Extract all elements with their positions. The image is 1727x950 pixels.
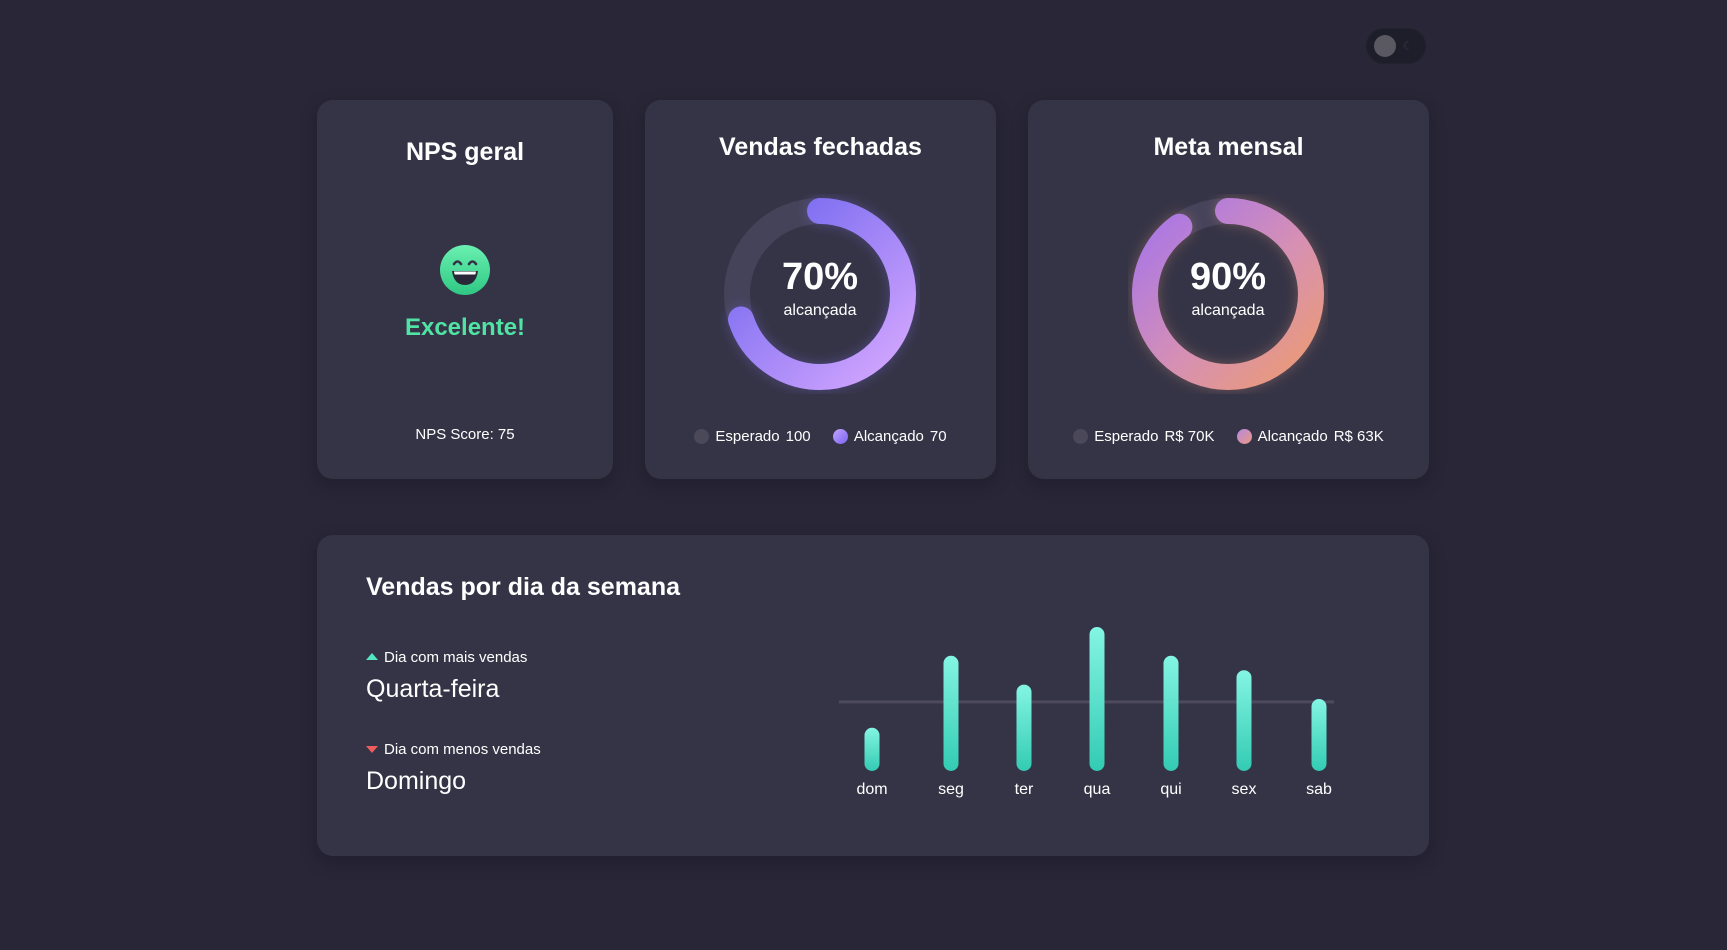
legend-label: Esperado (1094, 427, 1159, 445)
nps-card: NPS geral Excelente! NPS Score: 75 (317, 100, 613, 479)
toggle-knob[interactable] (1374, 35, 1396, 57)
smiley-icon (440, 245, 490, 295)
bar-dom[interactable] (864, 727, 880, 771)
legend-esperado: Esperado 100 (694, 427, 811, 445)
meta-title: Meta mensal (1153, 133, 1304, 161)
bar-seg[interactable] (943, 655, 959, 771)
vendas-card: Vendas fechadas 70% alcançada Esperado 10… (645, 100, 996, 479)
legend-value: R$ 63K (1333, 427, 1384, 445)
theme-toggle[interactable]: ☾ (1366, 28, 1426, 64)
nps-score: NPS Score: 75 (415, 426, 515, 443)
arrow-up-icon (366, 653, 378, 660)
meta-legend: Esperado R$ 70K Alcançado R$ 63K (1028, 427, 1429, 445)
legend-label: Esperado (715, 427, 780, 445)
best-day-label: Dia com mais vendas (366, 649, 527, 666)
worst-day-value: Domingo (366, 767, 467, 795)
bar-qui[interactable] (1163, 655, 1179, 771)
tick-label-qua: qua (1084, 781, 1111, 798)
meta-card: Meta mensal 90% alcançada Esperado R$ 70K (1028, 100, 1429, 479)
legend-alcancado: Alcançado R$ 63K (1236, 427, 1384, 445)
weekly-bar-chart: dom seg ter qua qui sex sab (839, 627, 1334, 798)
bar-qua[interactable] (1089, 627, 1105, 771)
best-day-value: Quarta-feira (366, 675, 500, 703)
legend-label: Alcançado (1257, 427, 1328, 445)
tick-label-qui: qui (1160, 781, 1181, 798)
worst-day-label: Dia com menos vendas (366, 741, 541, 758)
tick-label-dom: dom (856, 781, 887, 798)
legend-dot-esperado (1073, 428, 1089, 444)
bar-sex[interactable] (1236, 670, 1252, 771)
vendas-title: Vendas fechadas (719, 133, 922, 161)
best-day-label-text: Dia com mais vendas (384, 649, 528, 666)
legend-alcancado: Alcançado 70 (832, 427, 947, 445)
vendas-subtitle: alcançada (783, 302, 857, 319)
bar-sab[interactable] (1311, 699, 1327, 771)
tick-label-seg: seg (938, 781, 964, 798)
moon-icon: ☾ (1402, 39, 1414, 53)
legend-dot-alcancado (832, 428, 848, 444)
legend-label: Alcançado (853, 427, 924, 445)
vendas-percent: 70% (781, 256, 859, 298)
tick-label-ter: ter (1015, 781, 1034, 798)
meta-donut: 90% alcançada (1128, 194, 1328, 394)
legend-esperado: Esperado R$ 70K (1073, 428, 1214, 445)
legend-dot-esperado (694, 428, 710, 444)
tick-label-sex: sex (1232, 781, 1257, 798)
meta-subtitle: alcançada (1191, 302, 1265, 319)
tick-label-sab: sab (1306, 781, 1332, 798)
vendas-legend: Esperado 100 Alcançado 70 (645, 427, 996, 445)
semana-card: Vendas por dia da semana Dia com mais ve… (317, 535, 1429, 856)
semana-title: Vendas por dia da semana (366, 573, 681, 601)
worst-day-label-text: Dia com menos vendas (384, 741, 541, 758)
bar-ter[interactable] (1016, 684, 1032, 771)
legend-value: 100 (785, 427, 811, 445)
legend-value: R$ 70K (1164, 427, 1215, 445)
legend-value: 70 (929, 427, 947, 445)
nps-title: NPS geral (405, 138, 525, 166)
legend-dot-alcancado (1236, 428, 1252, 444)
nps-status: Excelente! (404, 314, 526, 341)
vendas-donut: 70% alcançada (720, 194, 920, 394)
meta-percent: 90% (1189, 256, 1267, 298)
arrow-down-icon (366, 746, 378, 753)
